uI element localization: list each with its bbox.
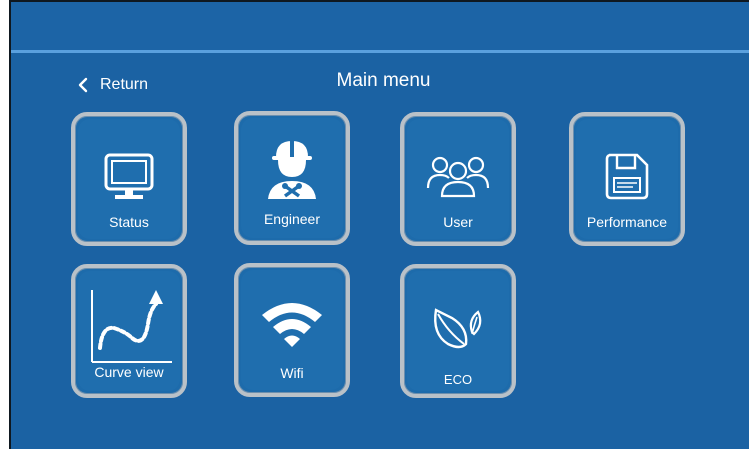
engineer-label: Engineer	[263, 211, 321, 227]
engineer-icon	[238, 135, 346, 199]
user-label: User	[443, 214, 473, 230]
monitor-icon	[75, 152, 183, 202]
screen: Return Main menu Status Engineer User Pe…	[0, 0, 749, 449]
leaf-icon	[404, 306, 512, 354]
wifi-label: Wifi	[280, 365, 304, 381]
users-icon	[404, 154, 512, 198]
wifi-tile[interactable]: Wifi	[234, 263, 350, 397]
save-document-icon	[573, 152, 681, 202]
performance-label: Performance	[586, 214, 668, 230]
user-tile[interactable]: User	[400, 112, 516, 246]
top-bar	[11, 2, 749, 50]
curve-view-tile[interactable]: Curve view	[71, 264, 187, 398]
page-title: Main menu	[336, 70, 431, 91]
eco-tile[interactable]: ECO	[400, 264, 516, 398]
wifi-icon	[238, 299, 346, 349]
eco-label: ECO	[443, 372, 473, 387]
status-tile[interactable]: Status	[71, 112, 187, 246]
status-label: Status	[109, 214, 149, 230]
engineer-tile[interactable]: Engineer	[234, 111, 350, 245]
performance-tile[interactable]: Performance	[569, 112, 685, 246]
curve-chart-icon	[75, 286, 183, 364]
curve-view-label: Curve view	[94, 364, 164, 380]
